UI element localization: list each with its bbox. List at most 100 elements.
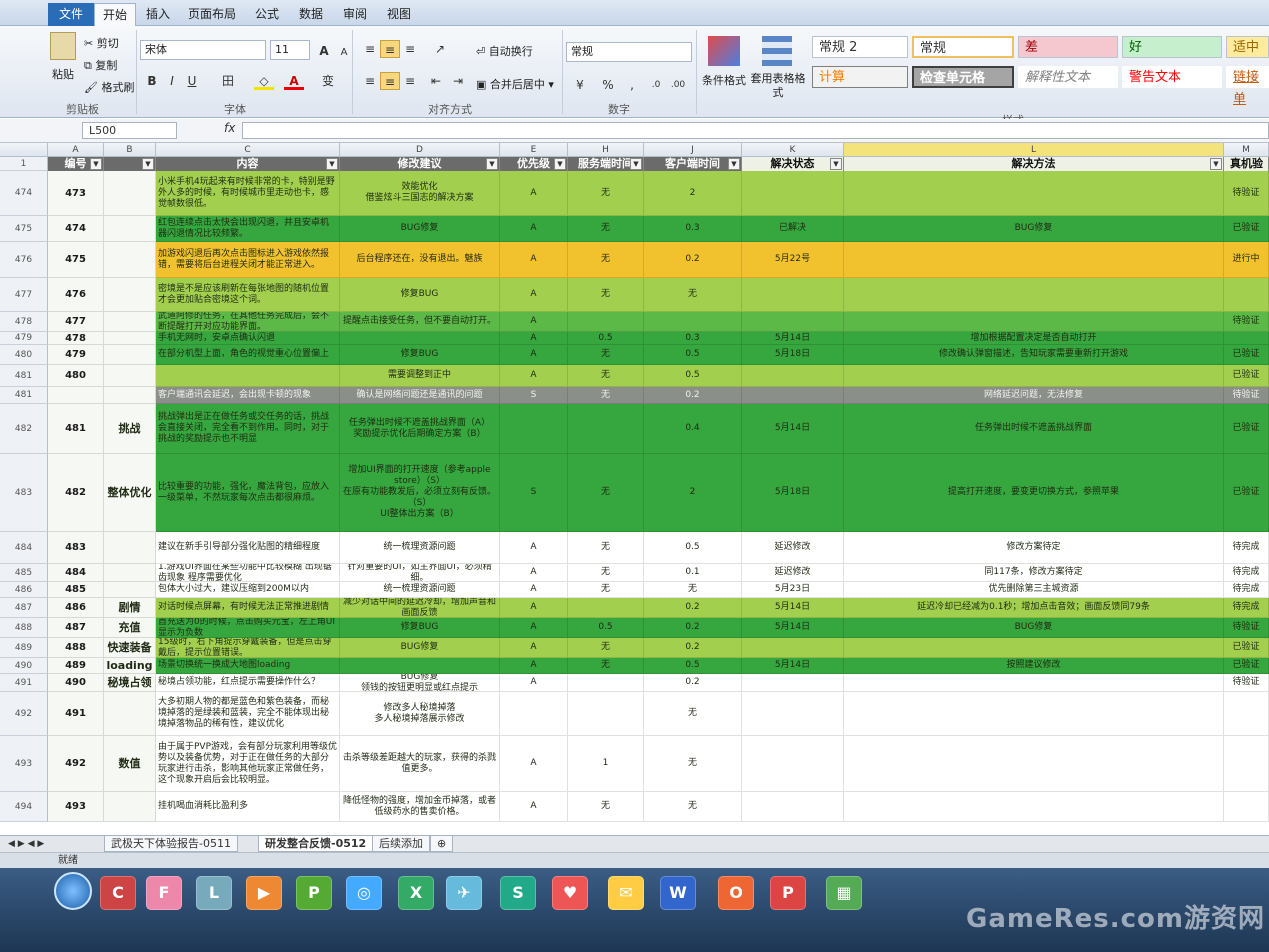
tab-formulas[interactable]: 公式 xyxy=(250,3,284,26)
align-bottom-icon[interactable]: ≡ xyxy=(400,40,420,58)
cell-status[interactable]: 5月14日 xyxy=(742,598,844,618)
cell-status[interactable]: 5月14日 xyxy=(742,618,844,638)
row-number[interactable]: 474 xyxy=(0,171,48,216)
cell-content[interactable]: 客户端通讯会延迟，会出现卡顿的现象 xyxy=(156,387,340,404)
cell-method[interactable] xyxy=(844,312,1224,332)
formula-input[interactable] xyxy=(242,122,1269,139)
cell-content[interactable]: 密境是不是应该刷新在每张地图的随机位置才会更加贴合密境这个词。 xyxy=(156,278,340,312)
cell-status[interactable]: 5月22号 xyxy=(742,242,844,278)
underline-button[interactable]: U xyxy=(182,72,202,90)
cell-num[interactable]: 481 xyxy=(48,404,104,454)
tab-insert[interactable]: 插入 xyxy=(140,3,176,26)
phonetic-icon[interactable]: 变 xyxy=(318,72,338,90)
cell-suggest[interactable]: 后台程序还在，没有退出。魅族 xyxy=(340,242,500,278)
cell-server-time[interactable] xyxy=(568,598,644,618)
row-number[interactable]: 477 xyxy=(0,278,48,312)
cell-module[interactable] xyxy=(104,242,156,278)
taskbar-app-icon[interactable]: L xyxy=(196,876,232,910)
cell-client-time[interactable]: 0.3 xyxy=(644,216,742,242)
cut-button[interactable]: ✂ 剪切 xyxy=(84,35,119,51)
fx-icon[interactable]: fx xyxy=(224,121,235,135)
cell-content[interactable]: 秘境占领功能，红点提示需要操作什么？ xyxy=(156,674,340,692)
cell-server-time[interactable]: 1 xyxy=(568,736,644,792)
cell-server-time[interactable] xyxy=(568,674,644,692)
number-format-box[interactable]: 常规 xyxy=(566,42,692,62)
cell-suggest[interactable]: 修复BUG xyxy=(340,345,500,365)
cell-suggest[interactable]: 任务弹出时候不遮盖挑战界面（A） 奖励提示优化后期确定方案（B） xyxy=(340,404,500,454)
filter-dropdown-icon[interactable]: ▼ xyxy=(728,158,740,170)
cell-verify[interactable]: 待验证 xyxy=(1224,618,1269,638)
cell-content[interactable]: 挂机喝血消耗比盈利多 xyxy=(156,792,340,822)
name-box[interactable]: L500 xyxy=(82,122,177,139)
cell-status[interactable] xyxy=(742,171,844,216)
cell-client-time[interactable]: 0.2 xyxy=(644,618,742,638)
cell-content[interactable] xyxy=(156,365,340,387)
cell-priority[interactable]: A xyxy=(500,582,568,598)
cell-priority[interactable]: S xyxy=(500,454,568,532)
row-number[interactable]: 482 xyxy=(0,404,48,454)
cell-verify[interactable]: 已验证 xyxy=(1224,404,1269,454)
style-explanatory[interactable]: 解释性文本 xyxy=(1018,66,1118,88)
conditional-format-icon[interactable] xyxy=(708,36,740,66)
cell-num[interactable]: 480 xyxy=(48,365,104,387)
cell-content[interactable]: 手机无网时，安卓点确认闪退 xyxy=(156,332,340,345)
taskbar-app-icon[interactable]: ✉ xyxy=(608,876,644,910)
filter-dropdown-icon[interactable]: ▼ xyxy=(326,158,338,170)
cell-method[interactable] xyxy=(844,736,1224,792)
cell-priority[interactable]: A xyxy=(500,365,568,387)
cell-module[interactable]: 挑战 xyxy=(104,404,156,454)
cell-verify[interactable]: 待验证 xyxy=(1224,171,1269,216)
cell-content[interactable]: 对话时候点屏幕，有时候无法正常推进剧情 xyxy=(156,598,340,618)
col-letter-l[interactable]: L xyxy=(844,143,1224,157)
cell-num[interactable]: 488 xyxy=(48,638,104,658)
currency-icon[interactable]: ¥ xyxy=(570,76,590,94)
cell-verify[interactable] xyxy=(1224,332,1269,345)
cell-status[interactable] xyxy=(742,638,844,658)
taskbar-app-icon[interactable]: W xyxy=(660,876,696,910)
cell-verify[interactable] xyxy=(1224,736,1269,792)
cell-num[interactable] xyxy=(48,387,104,404)
cell-status[interactable] xyxy=(742,278,844,312)
cell-suggest[interactable]: BUG修复 xyxy=(340,216,500,242)
wrap-text-button[interactable]: ⏎ 自动换行 xyxy=(476,43,533,59)
cell-suggest[interactable]: 针对重要的UI，如主界面UI，必须精细。 xyxy=(340,564,500,582)
cell-module[interactable]: loading xyxy=(104,658,156,674)
taskbar-app-icon[interactable]: ♥ xyxy=(552,876,588,910)
cell-verify[interactable]: 待验证 xyxy=(1224,387,1269,404)
cell-module[interactable] xyxy=(104,532,156,564)
cell-status[interactable] xyxy=(742,792,844,822)
col-letter-m[interactable]: M xyxy=(1224,143,1269,157)
cell-content[interactable]: 1.游戏UI界面在某些功能中比较模糊 出现锯齿现象 程序需要优化 xyxy=(156,564,340,582)
cell-client-time[interactable]: 无 xyxy=(644,582,742,598)
sheet-tab[interactable]: 后续添加 xyxy=(372,836,430,852)
cell-verify[interactable]: 待完成 xyxy=(1224,564,1269,582)
cell-suggest[interactable] xyxy=(340,332,500,345)
cell-num[interactable]: 490 xyxy=(48,674,104,692)
cell-priority[interactable]: A xyxy=(500,658,568,674)
cell-priority[interactable]: A xyxy=(500,598,568,618)
cell-suggest[interactable]: BUG修复 领钱的按钮更明显或红点提示 xyxy=(340,674,500,692)
cell-priority[interactable]: A xyxy=(500,332,568,345)
cell-method[interactable]: 任务弹出时候不遮盖挑战界面 xyxy=(844,404,1224,454)
cell-num[interactable]: 473 xyxy=(48,171,104,216)
cell-method[interactable]: BUG修复 xyxy=(844,216,1224,242)
row-number[interactable]: 494 xyxy=(0,792,48,822)
cell-content[interactable]: 由于属于PVP游戏，会有部分玩家利用等级优势以及装备优势，对于正在做任务的大部分… xyxy=(156,736,340,792)
cell-verify[interactable] xyxy=(1224,278,1269,312)
row-number[interactable]: 476 xyxy=(0,242,48,278)
taskbar-app-icon[interactable]: ✈ xyxy=(446,876,482,910)
cell-module[interactable]: 秘境占领 xyxy=(104,674,156,692)
col-letter-j[interactable]: J xyxy=(644,143,742,157)
cell-module[interactable]: 剧情 xyxy=(104,598,156,618)
cell-status[interactable] xyxy=(742,312,844,332)
cell-client-time[interactable]: 0.2 xyxy=(644,387,742,404)
cell-verify[interactable]: 待验证 xyxy=(1224,312,1269,332)
cell-suggest[interactable]: 提醒点击接受任务，但不要自动打开。 xyxy=(340,312,500,332)
filter-dropdown-icon[interactable]: ▼ xyxy=(830,158,842,170)
cell-method[interactable]: 提高打开速度，要变更切换方式，参照苹果 xyxy=(844,454,1224,532)
cell-suggest[interactable]: 修复BUG xyxy=(340,278,500,312)
row-number[interactable]: 1 xyxy=(0,157,48,171)
new-sheet-icon[interactable]: ⊕ xyxy=(430,836,454,852)
cell-priority[interactable] xyxy=(500,692,568,736)
cell-priority[interactable] xyxy=(500,404,568,454)
